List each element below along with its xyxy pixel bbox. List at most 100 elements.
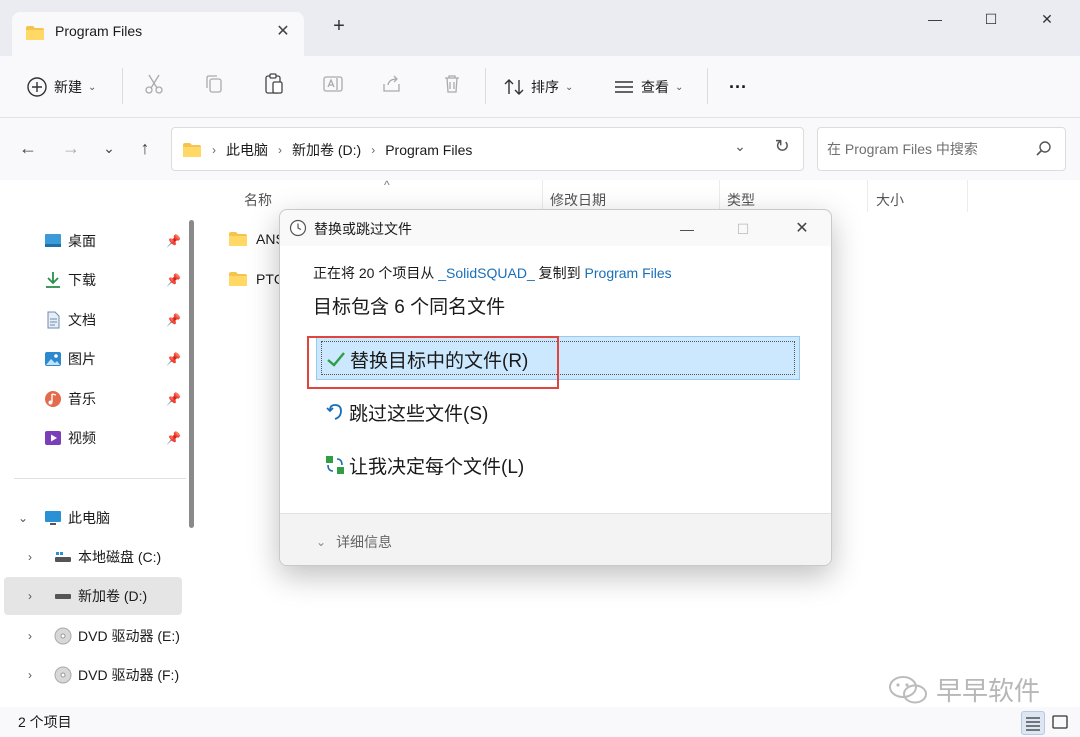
status-bar: 2 个项目 bbox=[0, 707, 1080, 737]
chevron-right-icon[interactable]: › bbox=[28, 589, 32, 603]
forward-arrow-icon[interactable]: → bbox=[59, 136, 83, 160]
up-arrow-icon[interactable]: ↑ bbox=[133, 136, 157, 160]
sidebar-item-pictures[interactable]: 图片 📌 bbox=[4, 340, 182, 378]
sidebar-item-desktop[interactable]: 桌面 📌 bbox=[4, 222, 182, 260]
chevron-right-icon[interactable]: › bbox=[28, 668, 32, 682]
address-dropdown-chevron-icon[interactable]: ⌄ bbox=[728, 138, 752, 155]
destination-link[interactable]: Program Files bbox=[585, 265, 672, 281]
folder-icon bbox=[183, 143, 201, 157]
decide-each-file-option[interactable]: 让我决定每个文件(L) bbox=[316, 443, 800, 487]
breadcrumb-this-pc[interactable]: 此电脑 bbox=[226, 140, 268, 160]
cut-icon[interactable] bbox=[142, 72, 166, 96]
search-box[interactable] bbox=[817, 127, 1066, 171]
copy-icon[interactable] bbox=[202, 72, 226, 96]
column-header-size[interactable]: 大小 bbox=[876, 190, 904, 210]
breadcrumb-drive-d[interactable]: 新加卷 (D:) bbox=[292, 140, 361, 160]
pin-icon: 📌 bbox=[166, 392, 181, 406]
sidebar-item-documents[interactable]: 文档 📌 bbox=[4, 301, 182, 339]
list-item[interactable]: PTC bbox=[228, 267, 284, 291]
tab-close-icon[interactable]: ✕ bbox=[272, 21, 294, 41]
sidebar-item-label: 文档 bbox=[68, 312, 96, 328]
folder-icon bbox=[229, 272, 247, 286]
copy-text-middle: 复制到 bbox=[534, 265, 585, 281]
sidebar-item-label: 音乐 bbox=[68, 391, 96, 407]
column-divider[interactable] bbox=[542, 180, 543, 212]
item-count: 2 个项目 bbox=[18, 714, 72, 730]
source-link[interactable]: _SolidSQUAD_ bbox=[438, 265, 535, 281]
more-details-toggle[interactable]: ⌄ 详细信息 bbox=[316, 532, 392, 552]
search-input[interactable] bbox=[827, 139, 1027, 159]
sidebar-item-drive-c[interactable]: › 本地磁盘 (C:) bbox=[4, 538, 182, 576]
close-window-button[interactable]: ✕ bbox=[1024, 4, 1070, 34]
skip-files-option[interactable]: 跳过这些文件(S) bbox=[316, 390, 800, 434]
chevron-down-icon: ⌄ bbox=[565, 81, 574, 93]
refresh-icon[interactable]: ↻ bbox=[770, 136, 794, 157]
drive-icon bbox=[55, 594, 71, 599]
chevron-down-icon[interactable]: ⌄ bbox=[18, 511, 28, 525]
command-bar: 新建 ⌄ 排序 ⌄ 查看 ⌄ ··· bbox=[0, 56, 1080, 118]
sidebar-item-drive-f[interactable]: › DVD 驱动器 (F:) bbox=[4, 656, 182, 694]
column-divider[interactable] bbox=[867, 180, 868, 212]
dvd-icon bbox=[54, 627, 72, 645]
sidebar-item-downloads[interactable]: 下载 📌 bbox=[4, 261, 182, 299]
delete-icon[interactable] bbox=[440, 72, 464, 96]
sidebar-item-drive-e[interactable]: › DVD 驱动器 (E:) bbox=[4, 617, 182, 655]
column-divider[interactable] bbox=[719, 180, 720, 212]
column-header-type[interactable]: 类型 bbox=[727, 190, 755, 210]
drive-icon bbox=[55, 552, 71, 562]
dialog-body: 正在将 20 个项目从 _SolidSQUAD_ 复制到 Program Fil… bbox=[280, 246, 831, 513]
dialog-title-bar: 替换或跳过文件 — ☐ ✕ bbox=[280, 210, 831, 246]
clock-icon bbox=[289, 219, 307, 237]
replace-or-skip-dialog: 替换或跳过文件 — ☐ ✕ 正在将 20 个项目从 _SolidSQUAD_ 复… bbox=[279, 209, 832, 566]
folder-icon bbox=[229, 232, 247, 246]
conflict-summary: 目标包含 6 个同名文件 bbox=[313, 297, 506, 318]
video-icon bbox=[45, 431, 61, 445]
chevron-right-icon[interactable]: › bbox=[28, 550, 32, 564]
pin-icon: 📌 bbox=[166, 352, 181, 366]
chevron-right-icon[interactable]: › bbox=[28, 629, 32, 643]
more-details-label: 详细信息 bbox=[336, 534, 393, 550]
new-button[interactable]: 新建 ⌄ bbox=[26, 72, 96, 102]
dvd-icon bbox=[54, 666, 72, 684]
details-view-button[interactable] bbox=[1021, 711, 1045, 735]
dialog-maximize-button[interactable]: ☐ bbox=[721, 216, 765, 242]
dialog-minimize-button[interactable]: — bbox=[665, 216, 709, 242]
list-item[interactable]: ANS bbox=[228, 227, 285, 251]
sidebar-item-this-pc[interactable]: ⌄ 此电脑 bbox=[4, 499, 182, 537]
breadcrumb-separator: › bbox=[371, 143, 376, 157]
music-icon bbox=[45, 391, 61, 407]
document-icon bbox=[47, 311, 60, 329]
view-button[interactable]: 查看 ⌄ bbox=[613, 72, 683, 102]
folder-icon bbox=[26, 26, 44, 40]
copy-progress-text: 正在将 20 个项目从 _SolidSQUAD_ 复制到 Program Fil… bbox=[313, 263, 672, 283]
share-icon[interactable] bbox=[380, 72, 404, 96]
maximize-button[interactable]: ☐ bbox=[968, 4, 1014, 34]
paste-icon[interactable] bbox=[262, 72, 286, 96]
desktop-icon bbox=[45, 234, 61, 247]
recent-locations-chevron-icon[interactable]: ⌄ bbox=[97, 136, 121, 160]
more-options-button[interactable]: ··· bbox=[729, 72, 747, 102]
sidebar-item-videos[interactable]: 视频 📌 bbox=[4, 419, 182, 457]
view-label: 查看 bbox=[641, 79, 669, 95]
minimize-button[interactable]: — bbox=[912, 4, 958, 34]
back-arrow-icon[interactable]: ← bbox=[16, 136, 40, 160]
breadcrumb-program-files[interactable]: Program Files bbox=[385, 142, 472, 158]
new-tab-button[interactable]: + bbox=[327, 15, 351, 38]
sort-button[interactable]: 排序 ⌄ bbox=[503, 72, 573, 102]
search-icon[interactable] bbox=[1035, 140, 1053, 158]
chevron-down-icon: ⌄ bbox=[675, 81, 684, 93]
sidebar-item-music[interactable]: 音乐 📌 bbox=[4, 380, 182, 418]
sidebar-scrollbar[interactable] bbox=[189, 220, 194, 528]
dialog-close-button[interactable]: ✕ bbox=[780, 216, 824, 242]
column-header-modified[interactable]: 修改日期 bbox=[550, 190, 606, 210]
sidebar-item-label: 桌面 bbox=[68, 233, 96, 249]
column-divider[interactable] bbox=[967, 180, 968, 212]
tiles-view-button[interactable] bbox=[1049, 711, 1073, 735]
address-bar[interactable]: › 此电脑 › 新加卷 (D:) › Program Files ⌄ ↻ bbox=[171, 127, 804, 171]
rename-icon[interactable] bbox=[321, 72, 345, 96]
computer-icon bbox=[45, 511, 61, 525]
watermark-text: 早早软件 bbox=[936, 677, 1041, 707]
tab-program-files[interactable]: Program Files ✕ bbox=[12, 12, 304, 56]
sidebar-item-drive-d[interactable]: › 新加卷 (D:) bbox=[4, 577, 182, 615]
column-header-name[interactable]: 名称 bbox=[244, 190, 272, 210]
